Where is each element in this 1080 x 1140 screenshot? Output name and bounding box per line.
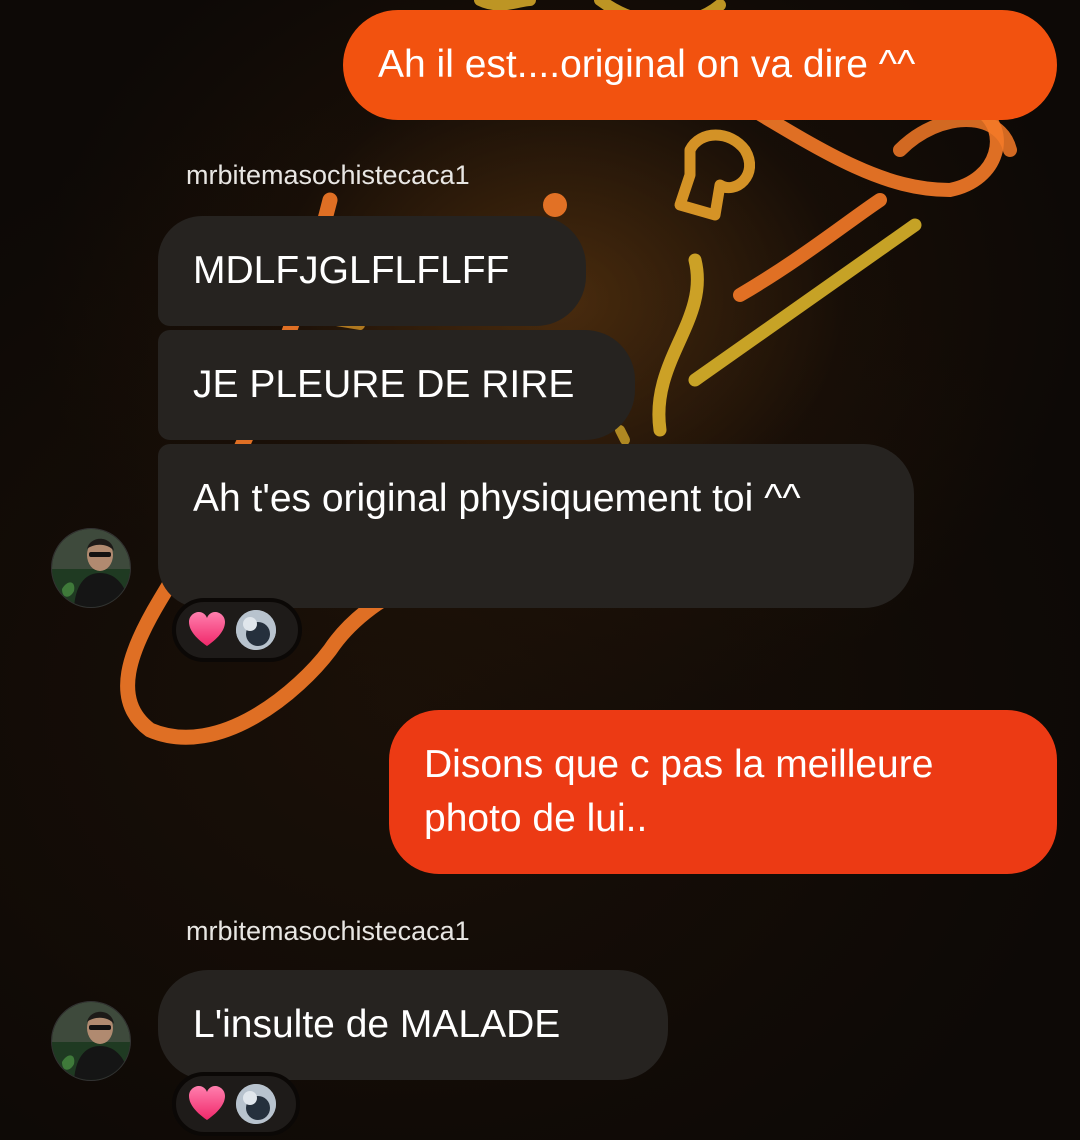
reactor-photo-icon: [236, 610, 276, 650]
heart-icon: [189, 1086, 225, 1120]
incoming-message-bubble[interactable]: L'insulte de MALADE: [158, 970, 668, 1080]
sender-avatar[interactable]: [51, 528, 131, 608]
message-text: JE PLEURE DE RIRE: [193, 363, 575, 406]
message-text: L'insulte de MALADE: [193, 1003, 561, 1046]
reactor-photo-icon: [236, 1084, 276, 1124]
sender-avatar[interactable]: [51, 1001, 131, 1081]
profile-photo-icon: [52, 1002, 130, 1080]
profile-photo-icon: [52, 529, 130, 607]
message-text: Ah t'es original physiquement toi ^^: [193, 477, 801, 520]
incoming-message-bubble[interactable]: JE PLEURE DE RIRE: [158, 330, 635, 440]
incoming-message-bubble[interactable]: Ah t'es original physiquement toi ^^: [158, 444, 914, 608]
message-reaction[interactable]: [172, 598, 302, 662]
reactor-avatar: [236, 610, 276, 650]
sender-username[interactable]: mrbitemasochistecaca1: [186, 160, 470, 191]
message-reaction[interactable]: [172, 1072, 300, 1136]
message-text: Ah il est....original on va dire ^^: [378, 43, 916, 86]
incoming-message-bubble[interactable]: MDLFJGLFLFLFF: [158, 216, 586, 326]
message-text: MDLFJGLFLFLFF: [193, 249, 510, 292]
heart-icon: [189, 612, 225, 646]
outgoing-message-bubble[interactable]: Ah il est....original on va dire ^^: [343, 10, 1057, 120]
outgoing-message-bubble[interactable]: Disons que c pas la meilleure photo de l…: [389, 710, 1057, 874]
reactor-avatar: [236, 1084, 276, 1124]
message-text: Disons que c pas la meilleure photo de l…: [424, 743, 934, 840]
sender-username[interactable]: mrbitemasochistecaca1: [186, 916, 470, 947]
